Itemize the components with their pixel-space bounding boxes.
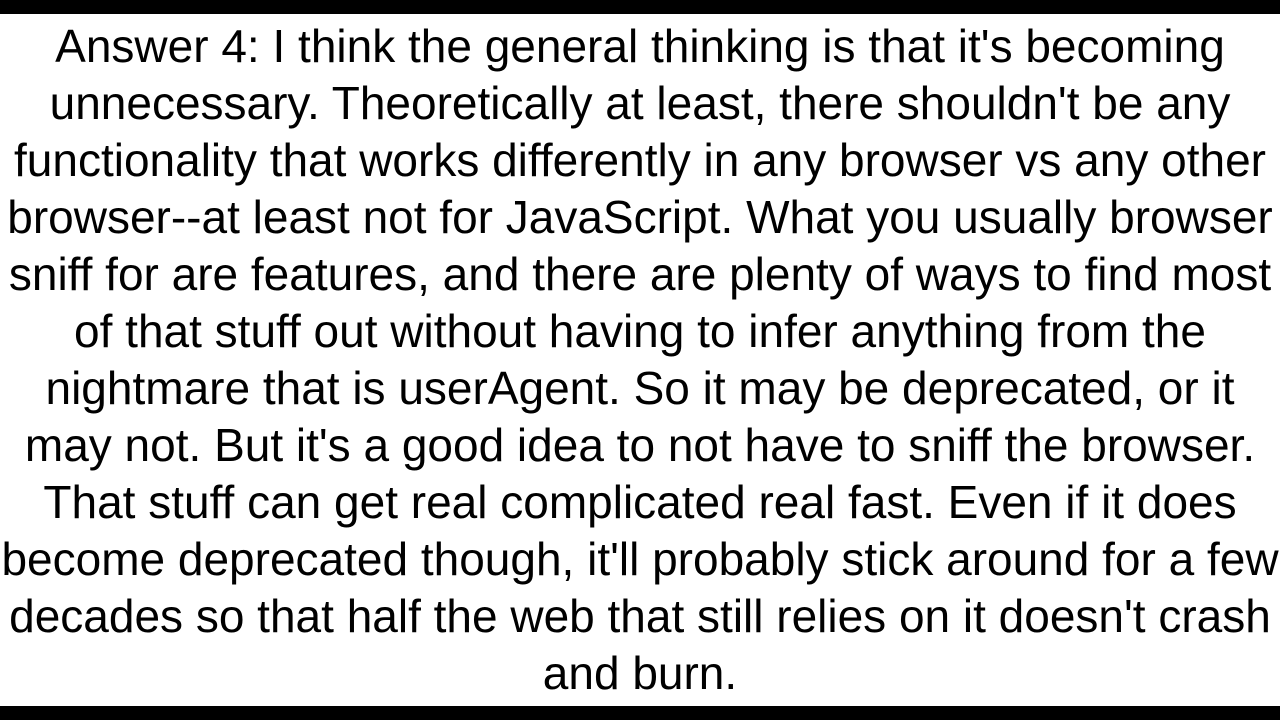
answer-label: Answer 4: (55, 20, 260, 72)
letterboxed-frame: Answer 4: I think the general thinking i… (0, 0, 1280, 720)
answer-body: I think the general thinking is that it'… (1, 20, 1278, 699)
answer-text-block: Answer 4: I think the general thinking i… (0, 18, 1280, 702)
